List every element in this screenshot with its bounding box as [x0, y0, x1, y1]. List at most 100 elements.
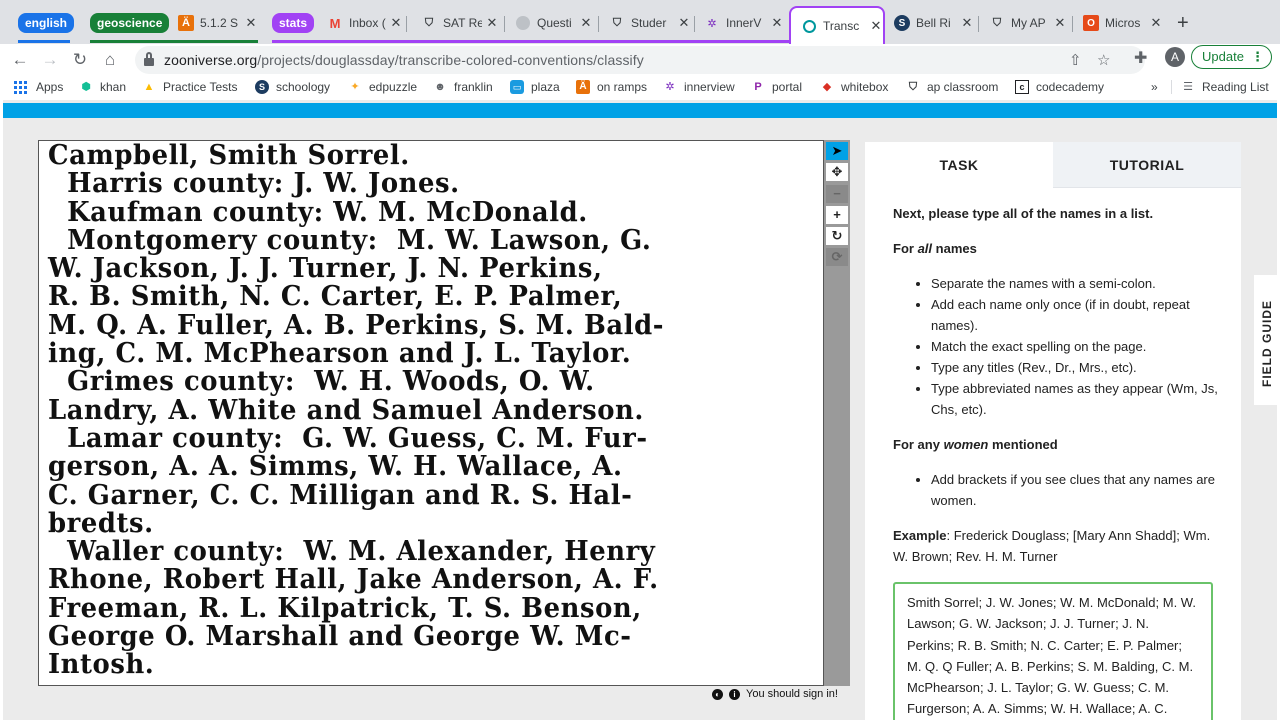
tab-innerview[interactable]: ✲ InnerV ✕ [704, 8, 784, 38]
address-bar[interactable]: zooniverse.org/projects/douglassday/tran… [135, 46, 1145, 74]
bookmark-innerview[interactable]: ✲ innerview [663, 80, 734, 94]
home-icon[interactable]: ⌂ [98, 48, 122, 72]
share-icon[interactable]: ⇧ [1069, 51, 1082, 69]
bookmark-ap-classroom[interactable]: ⛉ ap classroom [906, 80, 999, 94]
newspaper-text: Campbell, Smith Sorrel. Harris county: J… [48, 141, 791, 679]
list-item: Type abbreviated names as they appear (W… [931, 378, 1223, 420]
tab-transcribe-active[interactable]: Transc ✕ [789, 6, 885, 44]
bookmark-edpuzzle[interactable]: ✦ edpuzzle [348, 80, 417, 94]
rotate-icon[interactable]: ↻ [826, 227, 848, 245]
gmail-icon: M [329, 15, 341, 31]
transcription-textarea[interactable]: Smith Sorrel; J. W. Jones; W. M. McDonal… [893, 582, 1213, 720]
close-icon[interactable]: ✕ [244, 15, 258, 31]
tab-group-english[interactable]: english [18, 13, 75, 33]
bookmark-star-icon[interactable]: ☆ [1097, 51, 1110, 69]
tab-group-underline [90, 40, 258, 43]
sign-in-notice[interactable]: ◐ i You should sign in! [712, 688, 838, 700]
tab-task[interactable]: TASK [865, 142, 1053, 188]
avatar[interactable]: A [1165, 47, 1185, 67]
close-icon[interactable]: ✕ [1053, 15, 1067, 31]
whitebox-icon: ◆ [822, 81, 832, 93]
zooniverse-icon [801, 18, 817, 34]
tab-my-ap[interactable]: ⛉ My AP ✕ [989, 8, 1067, 38]
bookmark-whitebox[interactable]: ◆ whitebox [820, 80, 889, 94]
tab-microsoft[interactable]: O Micros ✕ [1083, 8, 1163, 38]
bookmarks-overflow-chevron-icon[interactable]: » [1151, 80, 1158, 94]
bookmark-practice-tests[interactable]: ▲ Practice Tests [142, 80, 238, 94]
orange-hat-icon: Ä [576, 80, 590, 94]
tab-separator [504, 16, 505, 32]
bookmark-franklin[interactable]: ☻ franklin [433, 80, 492, 94]
list-item: Add each name only once (if in doubt, re… [931, 294, 1223, 336]
browser-toolbar: ← → ↻ ⌂ zooniverse.org/projects/douglass… [0, 44, 1280, 76]
example-text: Example: Frederick Douglass; [Mary Ann S… [893, 528, 1211, 564]
contrast-icon[interactable]: ◐ [712, 688, 723, 700]
close-icon[interactable]: ✕ [1149, 15, 1163, 31]
info-icon[interactable]: i [729, 688, 740, 700]
page-edge [0, 100, 3, 720]
bookmark-on-ramps[interactable]: Ä on ramps [576, 80, 647, 94]
close-icon[interactable]: ✕ [869, 18, 883, 34]
tab-separator [694, 16, 695, 32]
newspaper-line: gerson, A. A. Simms, W. H. Wallace, A. [48, 450, 623, 483]
zoom-in-icon[interactable]: + [826, 206, 848, 224]
tab-group-geoscience[interactable]: geoscience [90, 13, 170, 33]
innerview-icon: ✲ [707, 17, 717, 30]
tab-separator [978, 16, 979, 32]
orange-hat-icon: Ä [178, 15, 194, 31]
close-icon[interactable]: ✕ [770, 15, 784, 31]
field-guide-tab[interactable]: FIELD GUIDE [1254, 275, 1280, 405]
menu-dots-icon[interactable]: ⋮ [1251, 46, 1264, 68]
bookmark-portal[interactable]: P portal [751, 80, 802, 94]
newspaper-line: Campbell, Smith Sorrel. [48, 140, 410, 171]
tab-sat[interactable]: ⛉ SAT Re ✕ [421, 8, 499, 38]
bookmark-apps[interactable]: Apps [14, 80, 63, 94]
zoom-out-icon[interactable]: − [826, 185, 848, 203]
update-button[interactable]: Update ⋮ [1191, 45, 1272, 69]
tab-bell-ringer[interactable]: S Bell Ri ✕ [894, 8, 974, 38]
subject-image[interactable]: Campbell, Smith Sorrel. Harris county: J… [38, 140, 824, 686]
extensions-puzzle-icon[interactable]: ✚ [1134, 48, 1147, 68]
women-rules: Add brackets if you see clues that any n… [931, 469, 1223, 511]
all-names-rules: Separate the names with a semi-colon. Ad… [931, 273, 1223, 420]
list-item: Type any titles (Rev., Dr., Mrs., etc). [931, 357, 1223, 378]
move-icon[interactable]: ✥ [826, 163, 848, 181]
back-arrow-icon[interactable]: ← [8, 48, 32, 72]
close-icon[interactable]: ✕ [677, 15, 691, 31]
franklin-icon: ☻ [434, 81, 446, 93]
khan-icon: ⬢ [81, 81, 91, 93]
newspaper-line: Freeman, R. L. Kilpatrick, T. S. Benson, [48, 591, 642, 624]
drive-icon: ▲ [143, 81, 155, 93]
reset-view-icon[interactable]: ⟳ [826, 248, 848, 266]
tab-inbox[interactable]: M Inbox ( ✕ [327, 8, 403, 38]
newspaper-line: W. Jackson, J. J. Turner, J. N. Perkins, [48, 252, 603, 285]
new-tab-plus-icon[interactable]: + [1177, 12, 1189, 35]
forward-arrow-icon[interactable]: → [38, 48, 62, 72]
close-icon[interactable]: ✕ [579, 15, 593, 31]
list-item: Match the exact spelling on the page. [931, 336, 1223, 357]
newspaper-line: Harris county: J. W. Jones. [48, 167, 460, 200]
tab-tutorial[interactable]: TUTORIAL [1053, 142, 1241, 188]
pointer-arrow-icon[interactable]: ➤ [826, 142, 848, 160]
bookmark-khan[interactable]: ⬢ khan [79, 80, 126, 94]
task-heading: Next, please type all of the names in a … [893, 206, 1154, 221]
close-icon[interactable]: ✕ [389, 15, 403, 31]
tab-group-stats[interactable]: stats [272, 13, 315, 33]
tab-student[interactable]: ⛉ Studer ✕ [609, 8, 691, 38]
close-icon[interactable]: ✕ [960, 15, 974, 31]
bookmark-schoology[interactable]: S schoology [255, 80, 330, 94]
tab-group-underline [18, 40, 70, 43]
office-icon: O [1083, 15, 1099, 31]
bookmark-plaza[interactable]: ▭ plaza [510, 80, 560, 94]
newspaper-line: Rhone, Robert Hall, Jake Anderson, A. F. [48, 563, 659, 596]
close-icon[interactable]: ✕ [485, 15, 499, 31]
tab-questions[interactable]: Questi ✕ [515, 8, 593, 38]
newspaper-line: Kaufman county: W. M. McDonald. [48, 195, 588, 228]
task-tabs: TASK TUTORIAL [865, 142, 1241, 188]
reload-icon[interactable]: ↻ [68, 48, 92, 72]
reading-list[interactable]: ☰ Reading List [1171, 80, 1269, 94]
bookmark-codecademy[interactable]: c codecademy [1015, 80, 1104, 94]
newspaper-line: C. Garner, C. C. Milligan and R. S. Hal- [48, 478, 633, 511]
url-text[interactable]: zooniverse.org/projects/douglassday/tran… [164, 52, 644, 68]
tab-512[interactable]: Ä 5.1.2 S ✕ [178, 8, 258, 38]
